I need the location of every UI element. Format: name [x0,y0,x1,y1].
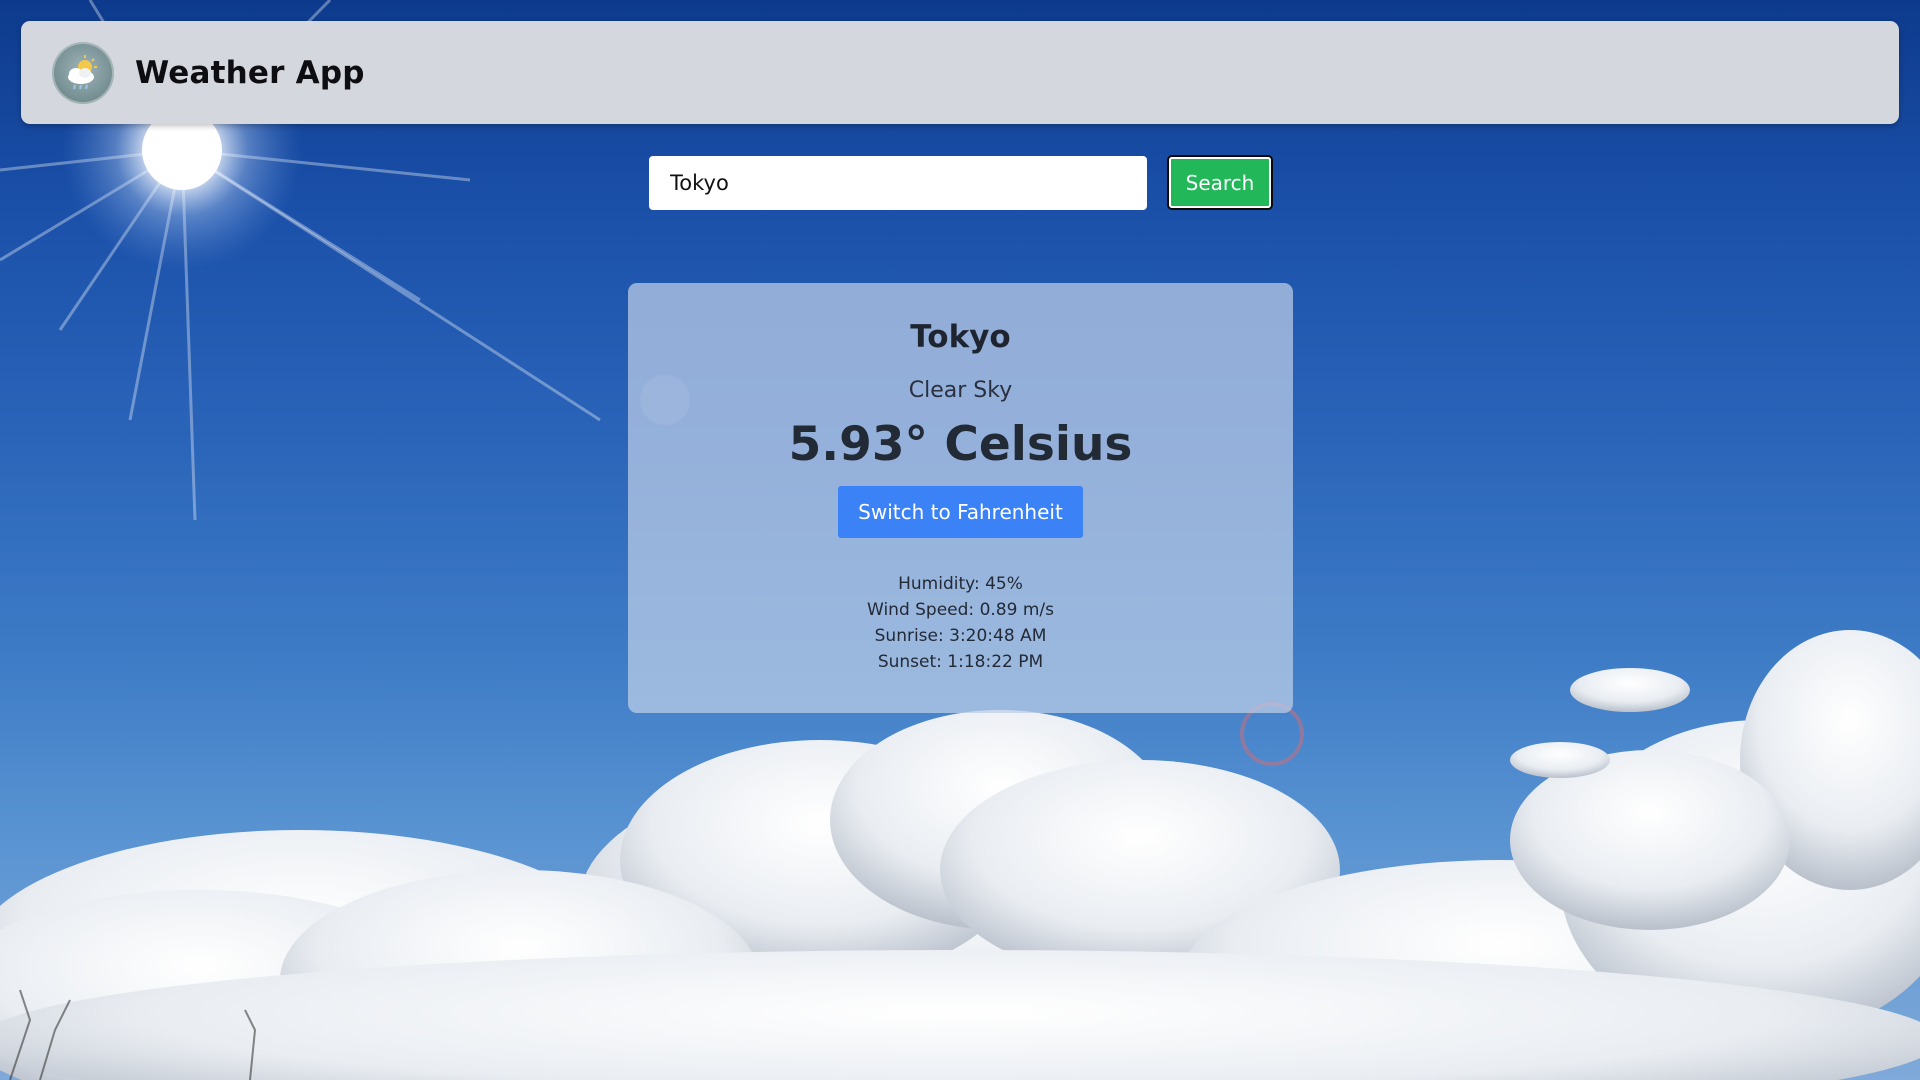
sunrise-text: Sunrise: 3:20:48 AM [874,626,1047,646]
weather-condition: Clear Sky [908,378,1013,403]
humidity-text: Humidity: 45% [898,574,1023,594]
city-name: Tokyo [910,319,1011,355]
app-header: Weather App [21,21,1899,124]
weather-card: Tokyo Clear Sky 5.93° Celsius Switch to … [628,283,1293,713]
weather-details: Humidity: 45% Wind Speed: 0.89 m/s Sunri… [628,571,1293,675]
weather-logo-icon [52,41,114,104]
sunset-text: Sunset: 1:18:22 PM [877,652,1044,672]
search-bar: Search [649,155,1273,210]
switch-unit-button[interactable]: Switch to Fahrenheit [838,486,1083,538]
city-search-input[interactable] [649,155,1147,210]
search-button[interactable]: Search [1167,155,1273,210]
app-title: Weather App [135,54,365,91]
temperature-value: 5.93° Celsius [788,417,1133,472]
wind-speed-text: Wind Speed: 0.89 m/s [867,600,1054,620]
